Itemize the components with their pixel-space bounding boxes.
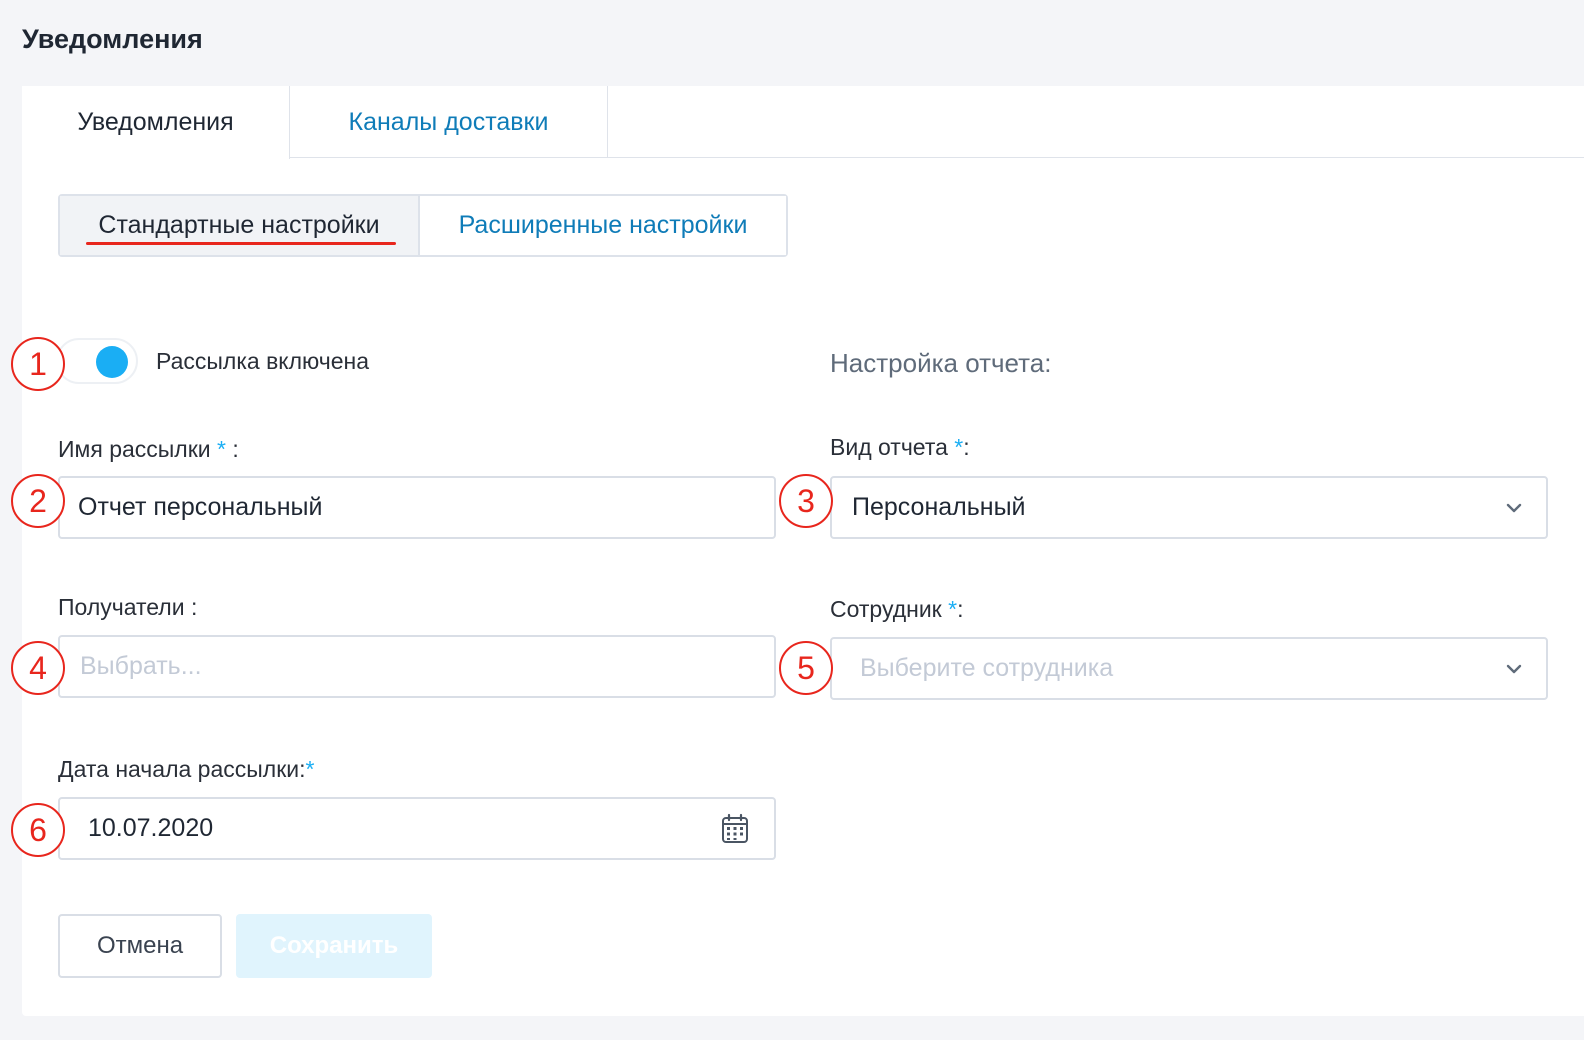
label-colon: : xyxy=(225,436,239,462)
annotation-marker-3: 3 xyxy=(779,474,833,528)
segment-standard-settings[interactable]: Стандартные настройки xyxy=(60,196,420,255)
mailing-name-label: Имя рассылки * : xyxy=(58,436,239,463)
report-type-label-text: Вид отчета xyxy=(830,434,955,460)
chevron-down-icon xyxy=(1506,503,1522,513)
employee-select[interactable]: Выберите сотрудника xyxy=(830,637,1548,700)
required-mark: * xyxy=(217,436,226,462)
mailing-enabled-label: Рассылка включена xyxy=(156,348,370,374)
mailing-enabled-toggle[interactable] xyxy=(56,338,138,384)
required-mark: * xyxy=(305,756,315,782)
start-date-label-text: Дата начала рассылки: xyxy=(58,756,306,782)
start-date-input[interactable]: 10.07.2020 xyxy=(58,797,776,860)
annotation-underline xyxy=(86,242,396,245)
recipients-input-field[interactable] xyxy=(80,637,774,696)
required-mark: * xyxy=(954,434,964,460)
label-colon: : xyxy=(957,596,964,622)
employee-label-text: Сотрудник xyxy=(830,596,949,622)
settings-mode-switch: Стандартные настройки Расширенные настро… xyxy=(58,194,788,257)
calendar-icon[interactable] xyxy=(720,813,750,845)
recipients-label: Получатели : xyxy=(58,594,198,620)
report-type-label: Вид отчета *: xyxy=(830,434,970,461)
mailing-name-input[interactable]: Отчет персональный xyxy=(58,476,776,539)
notification-settings-card: Уведомления Каналы доставки Стандартные … xyxy=(22,86,1584,1016)
segment-advanced-label: Расширенные настройки xyxy=(458,211,748,239)
tabs-bar: Уведомления Каналы доставки xyxy=(22,86,1584,159)
mailing-name-label-text: Имя рассылки xyxy=(58,436,218,462)
tab-notifications[interactable]: Уведомления xyxy=(22,86,290,159)
chevron-down-icon xyxy=(1506,664,1522,674)
annotation-marker-1: 1 xyxy=(11,337,65,391)
label-colon: : xyxy=(963,434,970,460)
report-type-select[interactable]: Персональный xyxy=(830,476,1548,539)
toggle-knob xyxy=(96,346,128,378)
annotation-marker-5: 5 xyxy=(779,641,833,695)
annotation-marker-4: 4 xyxy=(11,641,65,695)
report-settings-title: Настройка отчета: xyxy=(830,348,1052,378)
recipients-input[interactable] xyxy=(58,635,776,698)
page-title: Уведомления xyxy=(22,24,203,54)
start-date-label: Дата начала рассылки:* xyxy=(58,756,314,783)
save-button[interactable]: Сохранить xyxy=(236,914,432,978)
annotation-marker-2: 2 xyxy=(11,474,65,528)
employee-placeholder: Выберите сотрудника xyxy=(860,654,1114,682)
report-type-value: Персональный xyxy=(852,493,1026,521)
required-mark: * xyxy=(948,596,958,622)
annotation-marker-6: 6 xyxy=(11,803,65,857)
segment-advanced-settings[interactable]: Расширенные настройки xyxy=(420,196,786,255)
start-date-value: 10.07.2020 xyxy=(88,814,214,842)
mailing-name-value: Отчет персональный xyxy=(78,493,323,521)
cancel-button[interactable]: Отмена xyxy=(58,914,222,978)
tab-delivery-channels[interactable]: Каналы доставки xyxy=(290,86,608,158)
employee-label: Сотрудник *: xyxy=(830,596,963,623)
segment-standard-label: Стандартные настройки xyxy=(98,211,380,239)
